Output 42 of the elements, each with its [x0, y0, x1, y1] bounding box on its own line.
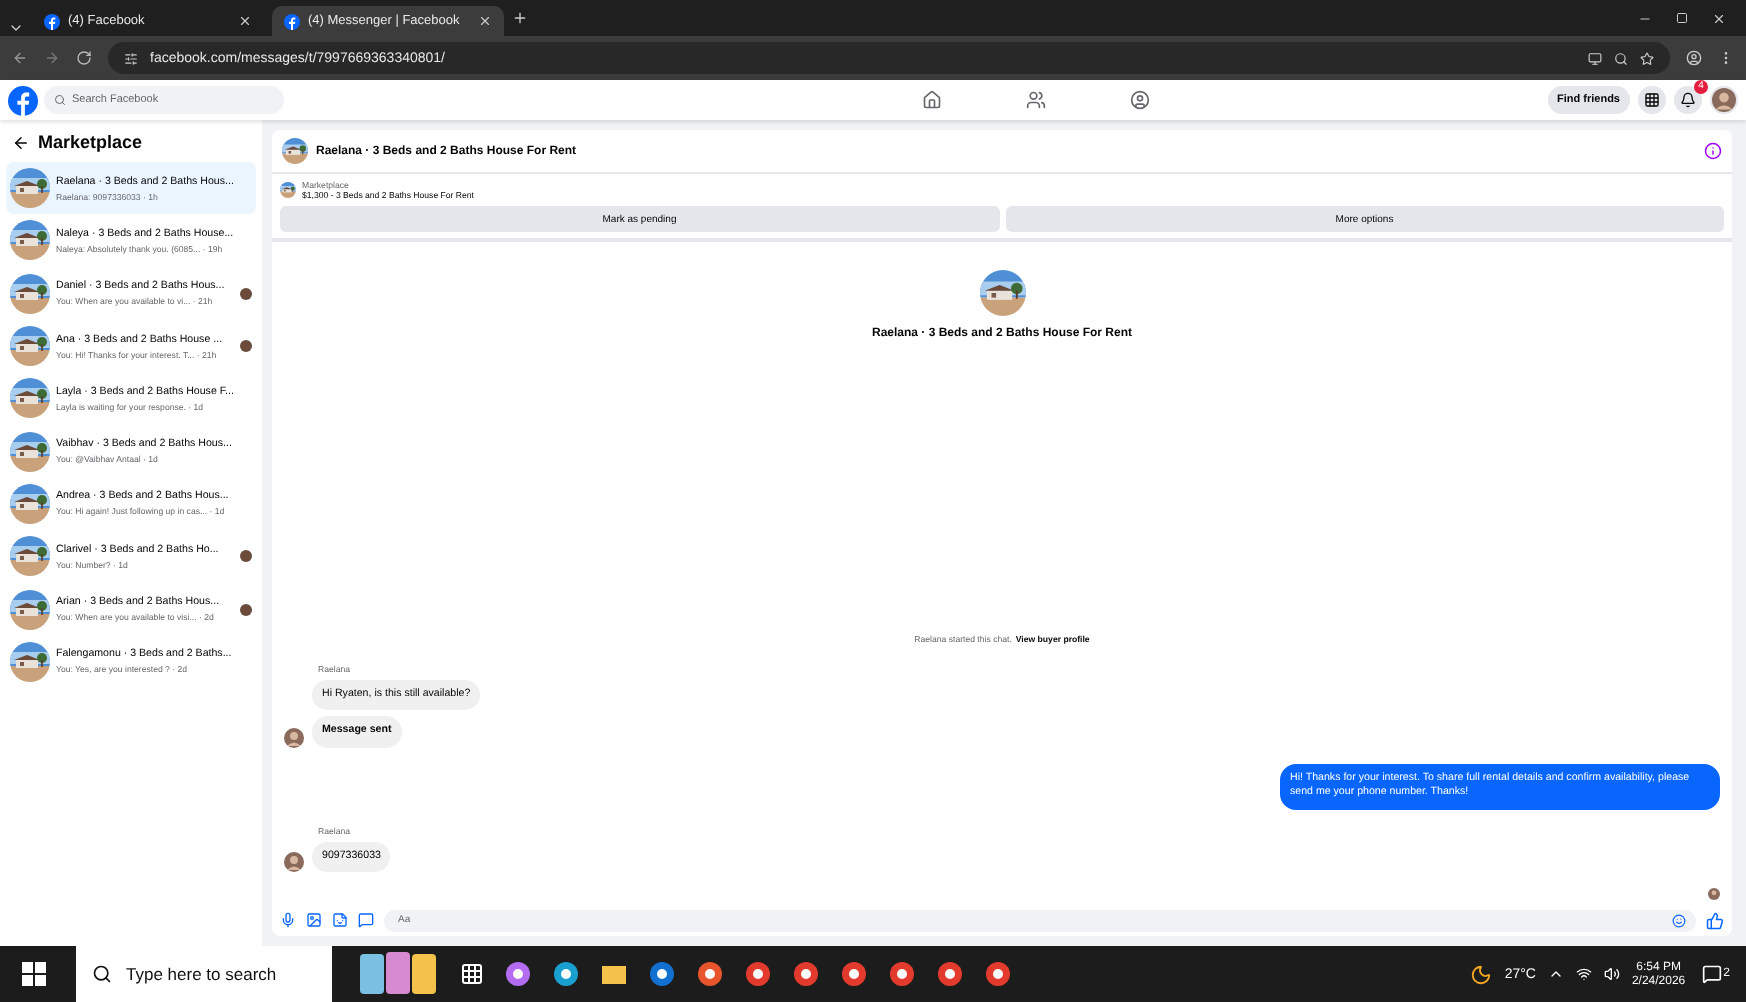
site-settings-icon[interactable] — [124, 51, 138, 65]
menu-button[interactable] — [1638, 86, 1666, 114]
zoom-icon[interactable] — [1614, 51, 1628, 65]
close-icon[interactable] — [1712, 11, 1726, 25]
reload-icon[interactable] — [76, 50, 92, 66]
info-icon[interactable] — [1704, 142, 1722, 160]
sidebar-title: Marketplace — [38, 132, 143, 152]
network-icon[interactable] — [1575, 966, 1592, 982]
search-icon — [54, 94, 66, 106]
facebook-logo-icon[interactable] — [8, 85, 38, 115]
bookmark-icon[interactable] — [1640, 51, 1654, 65]
close-icon[interactable] — [238, 14, 252, 28]
cards-icon[interactable] — [356, 948, 440, 1000]
emoji-icon[interactable] — [1672, 913, 1686, 927]
volume-icon[interactable] — [1603, 966, 1620, 982]
weather-icon[interactable] — [1470, 963, 1493, 985]
tab-list-icon[interactable] — [8, 20, 24, 36]
facebook-favicon-icon — [44, 13, 60, 29]
avatar-icon — [284, 727, 304, 748]
friends-icon[interactable] — [1025, 90, 1046, 110]
sticker-icon[interactable] — [332, 912, 348, 928]
microphone-icon[interactable] — [280, 912, 296, 928]
task-view-icon[interactable] — [460, 962, 484, 986]
taskbar-search-field[interactable]: Type here to search — [76, 946, 332, 1002]
account-button[interactable] — [1710, 86, 1738, 114]
close-icon[interactable] — [478, 14, 492, 28]
chat-icon — [1701, 964, 1722, 984]
tray-icon[interactable] — [1547, 966, 1564, 982]
bell-icon — [1680, 92, 1696, 108]
avatar-icon — [1712, 88, 1736, 112]
maximize-icon[interactable] — [1676, 11, 1688, 23]
search-icon — [92, 964, 112, 984]
profile-icon[interactable] — [1129, 90, 1150, 110]
facebook-favicon-icon — [284, 13, 300, 29]
like-icon[interactable] — [1706, 911, 1724, 929]
avatar-icon — [284, 852, 304, 872]
new-tab-icon[interactable] — [512, 10, 528, 26]
home-icon[interactable] — [921, 90, 942, 110]
back-icon[interactable] — [12, 133, 30, 151]
photo-icon[interactable] — [306, 912, 322, 928]
menu-icon — [1644, 92, 1660, 108]
folder-icon[interactable] — [600, 960, 628, 988]
